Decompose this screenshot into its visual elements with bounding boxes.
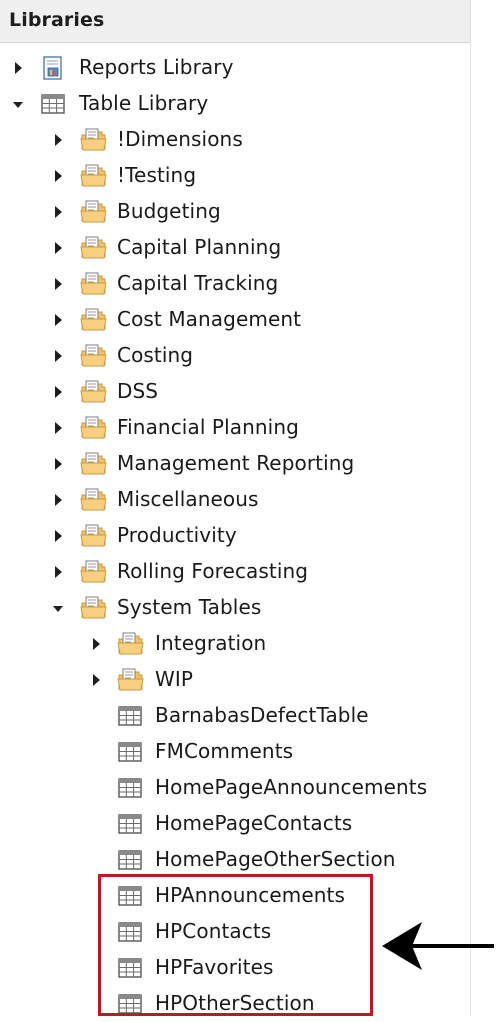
tree-item[interactable]: FMComments xyxy=(0,734,470,770)
table-icon xyxy=(117,847,143,873)
table-icon xyxy=(40,91,66,117)
expand-arrow-right-icon[interactable] xyxy=(88,671,104,689)
folder-icon xyxy=(80,307,107,333)
expand-arrow-right-icon[interactable] xyxy=(50,491,66,509)
expand-arrow-right-icon[interactable] xyxy=(10,59,26,77)
tree-item-label: WIP xyxy=(155,667,194,691)
tree-item[interactable]: Capital Tracking xyxy=(0,266,470,302)
expand-arrow-right-icon[interactable] xyxy=(50,527,66,545)
tree-item-label: HomePageAnnouncements xyxy=(155,775,428,799)
tree-item[interactable]: WIP xyxy=(0,662,470,698)
tree-item[interactable]: !Dimensions xyxy=(0,122,470,158)
expand-arrow-down-icon[interactable] xyxy=(50,599,66,617)
tree-item[interactable]: HomePageOtherSection xyxy=(0,842,470,878)
expand-arrow-right-icon[interactable] xyxy=(50,167,66,185)
table-icon xyxy=(117,703,143,729)
tree-item-label: Productivity xyxy=(117,523,237,547)
folder-icon xyxy=(117,667,144,693)
expand-arrow-right-icon[interactable] xyxy=(88,635,104,653)
tree-item-label: Rolling Forecasting xyxy=(117,559,309,583)
expand-arrow-down-icon[interactable] xyxy=(10,95,26,113)
folder-icon xyxy=(80,559,107,585)
tree-item[interactable]: DSS xyxy=(0,374,470,410)
expand-arrow-right-icon[interactable] xyxy=(50,203,66,221)
tree-item-label: !Testing xyxy=(117,163,197,187)
expand-arrow-right-icon[interactable] xyxy=(50,419,66,437)
folder-icon xyxy=(117,631,144,657)
folder-icon xyxy=(80,487,107,513)
tree-item-label: Table Library xyxy=(79,91,209,115)
tree-item-label: Financial Planning xyxy=(117,415,299,439)
tree-item-label: Management Reporting xyxy=(117,451,355,475)
tree-item-label: Integration xyxy=(155,631,267,655)
expand-arrow-right-icon[interactable] xyxy=(50,131,66,149)
tree-item-label: DSS xyxy=(117,379,159,403)
tree-item[interactable]: Miscellaneous xyxy=(0,482,470,518)
expand-arrow-right-icon[interactable] xyxy=(50,311,66,329)
panel-divider xyxy=(470,0,471,1016)
tree-item-label: Reports Library xyxy=(79,55,234,79)
highlight-box xyxy=(98,874,373,1016)
tree-item[interactable]: Management Reporting xyxy=(0,446,470,482)
tree-item-label: System Tables xyxy=(117,595,262,619)
folder-icon xyxy=(80,127,107,153)
tree-item[interactable]: Table Library xyxy=(0,86,470,122)
folder-icon xyxy=(80,235,107,261)
tree-item-label: BarnabasDefectTable xyxy=(155,703,369,727)
report-icon xyxy=(40,55,66,81)
tree-item-label: FMComments xyxy=(155,739,294,763)
tree-item-label: Costing xyxy=(117,343,194,367)
expand-arrow-right-icon[interactable] xyxy=(50,455,66,473)
tree-item[interactable]: Reports Library xyxy=(0,50,470,86)
library-tree: Reports Library Table Library !Dimensions!… xyxy=(0,0,470,1016)
tree-item[interactable]: BarnabasDefectTable xyxy=(0,698,470,734)
expand-arrow-right-icon[interactable] xyxy=(50,239,66,257)
tree-item-label: HomePageContacts xyxy=(155,811,353,835)
tree-item[interactable]: Financial Planning xyxy=(0,410,470,446)
tree-item[interactable]: !Testing xyxy=(0,158,470,194)
table-icon xyxy=(117,811,143,837)
tree-item[interactable]: Budgeting xyxy=(0,194,470,230)
tree-item-label: Capital Tracking xyxy=(117,271,279,295)
folder-icon xyxy=(80,163,107,189)
tree-item-label: Capital Planning xyxy=(117,235,282,259)
tree-item[interactable]: HomePageAnnouncements xyxy=(0,770,470,806)
folder-icon xyxy=(80,451,107,477)
folder-icon xyxy=(80,271,107,297)
folder-icon xyxy=(80,415,107,441)
folder-icon xyxy=(80,595,107,621)
tree-item[interactable]: Integration xyxy=(0,626,470,662)
folder-icon xyxy=(80,343,107,369)
tree-item-label: Miscellaneous xyxy=(117,487,259,511)
expand-arrow-right-icon[interactable] xyxy=(50,347,66,365)
tree-item-label: Budgeting xyxy=(117,199,221,223)
tree-item[interactable]: System Tables xyxy=(0,590,470,626)
table-icon xyxy=(117,775,143,801)
tree-item[interactable]: HomePageContacts xyxy=(0,806,470,842)
tree-item-label: HomePageOtherSection xyxy=(155,847,396,871)
tree-item[interactable]: Productivity xyxy=(0,518,470,554)
tree-item[interactable]: Cost Management xyxy=(0,302,470,338)
tree-item-label: Cost Management xyxy=(117,307,302,331)
tree-item-label: !Dimensions xyxy=(117,127,243,151)
table-icon xyxy=(117,739,143,765)
left-arrow-icon xyxy=(382,914,494,982)
folder-icon xyxy=(80,379,107,405)
tree-item[interactable]: Rolling Forecasting xyxy=(0,554,470,590)
tree-item[interactable]: Capital Planning xyxy=(0,230,470,266)
expand-arrow-right-icon[interactable] xyxy=(50,563,66,581)
folder-icon xyxy=(80,199,107,225)
tree-item[interactable]: Costing xyxy=(0,338,470,374)
expand-arrow-right-icon[interactable] xyxy=(50,383,66,401)
folder-icon xyxy=(80,523,107,549)
expand-arrow-right-icon[interactable] xyxy=(50,275,66,293)
